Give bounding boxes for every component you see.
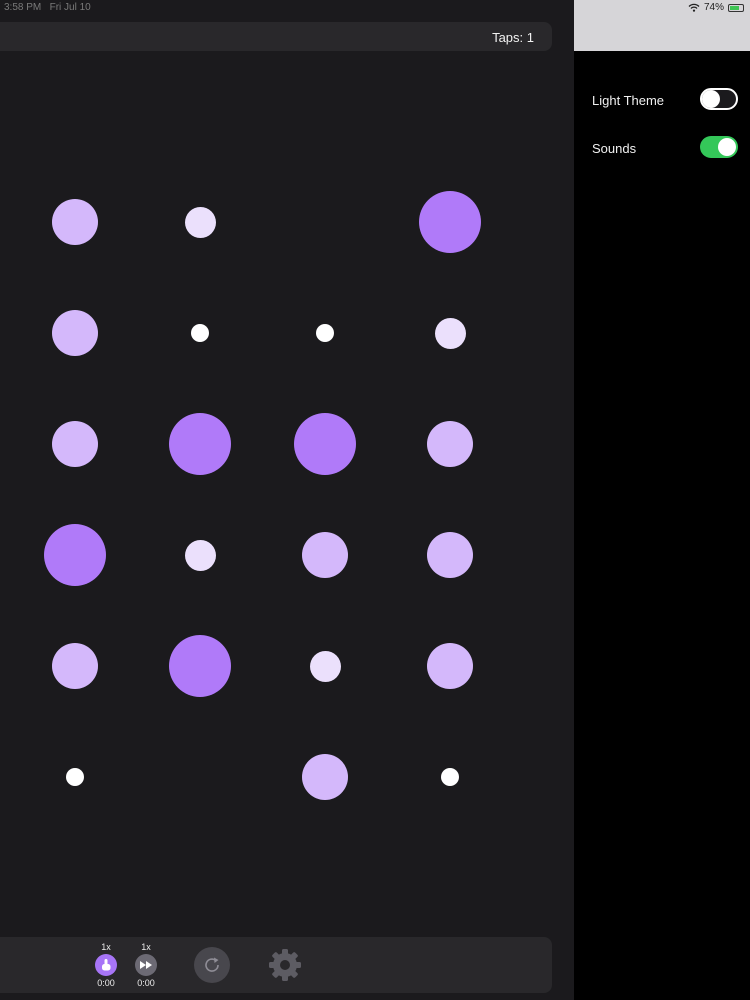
tap-hand-icon[interactable]	[95, 954, 117, 976]
battery-icon	[728, 3, 744, 12]
dot-tiny-r2c3[interactable]	[316, 324, 334, 342]
sounds-label: Sounds	[592, 141, 637, 156]
dot-tiny-r6c4[interactable]	[441, 768, 459, 786]
wifi-icon	[688, 3, 700, 12]
dot-medium-r5c4[interactable]	[427, 643, 473, 689]
ff-time-label: 0:00	[137, 978, 155, 988]
sounds-toggle[interactable]	[700, 136, 738, 158]
dot-tiny-r2c2[interactable]	[191, 324, 209, 342]
reset-button[interactable]	[194, 947, 230, 983]
game-panel: 3:58 PM Fri Jul 10 Taps: 1 1x 0:00 1x 0:…	[0, 0, 574, 1000]
dot-tiny-r6c1[interactable]	[66, 768, 84, 786]
status-bar-right: 74%	[574, 0, 750, 51]
dot-small-r5c3[interactable]	[309, 650, 341, 682]
dot-medium-r6c3[interactable]	[302, 754, 348, 800]
dot-medium-r2c1[interactable]	[52, 310, 98, 356]
tap-speed-control[interactable]: 1x 0:00	[94, 942, 118, 988]
setting-light-theme: Light Theme	[592, 88, 738, 112]
bottom-toolbar: 1x 0:00 1x 0:00	[0, 937, 552, 993]
dot-large-r5c2[interactable]	[169, 635, 231, 697]
dot-small-r1c2[interactable]	[184, 206, 216, 238]
settings-button[interactable]	[266, 946, 304, 984]
tap-speed-label: 1x	[101, 942, 111, 952]
battery-percent: 74%	[703, 2, 724, 13]
dot-small-r4c2[interactable]	[184, 539, 216, 571]
tap-time-label: 0:00	[97, 978, 115, 988]
dot-medium-r4c4[interactable]	[427, 532, 473, 578]
dot-medium-r4c3[interactable]	[302, 532, 348, 578]
settings-panel: 74% Light Theme Sounds	[574, 0, 750, 1000]
fast-forward-icon[interactable]	[135, 954, 157, 976]
light-theme-toggle[interactable]	[700, 88, 738, 110]
dot-medium-r3c1[interactable]	[52, 421, 98, 467]
dot-medium-r5c1[interactable]	[52, 643, 98, 689]
dot-large-r1c4[interactable]	[419, 191, 481, 253]
dot-large-r3c2[interactable]	[169, 413, 231, 475]
fast-forward-control[interactable]: 1x 0:00	[134, 942, 158, 988]
dot-medium-r1c1[interactable]	[52, 199, 98, 245]
dot-large-r4c1[interactable]	[44, 524, 106, 586]
dot-board	[0, 0, 574, 1000]
setting-sounds: Sounds	[592, 136, 738, 160]
refresh-icon	[205, 957, 219, 972]
gear-icon	[269, 949, 301, 981]
dot-large-r3c3[interactable]	[294, 413, 356, 475]
dot-small-r2c4[interactable]	[434, 317, 466, 349]
ff-speed-label: 1x	[141, 942, 151, 952]
light-theme-label: Light Theme	[592, 93, 665, 108]
dot-medium-r3c4[interactable]	[427, 421, 473, 467]
